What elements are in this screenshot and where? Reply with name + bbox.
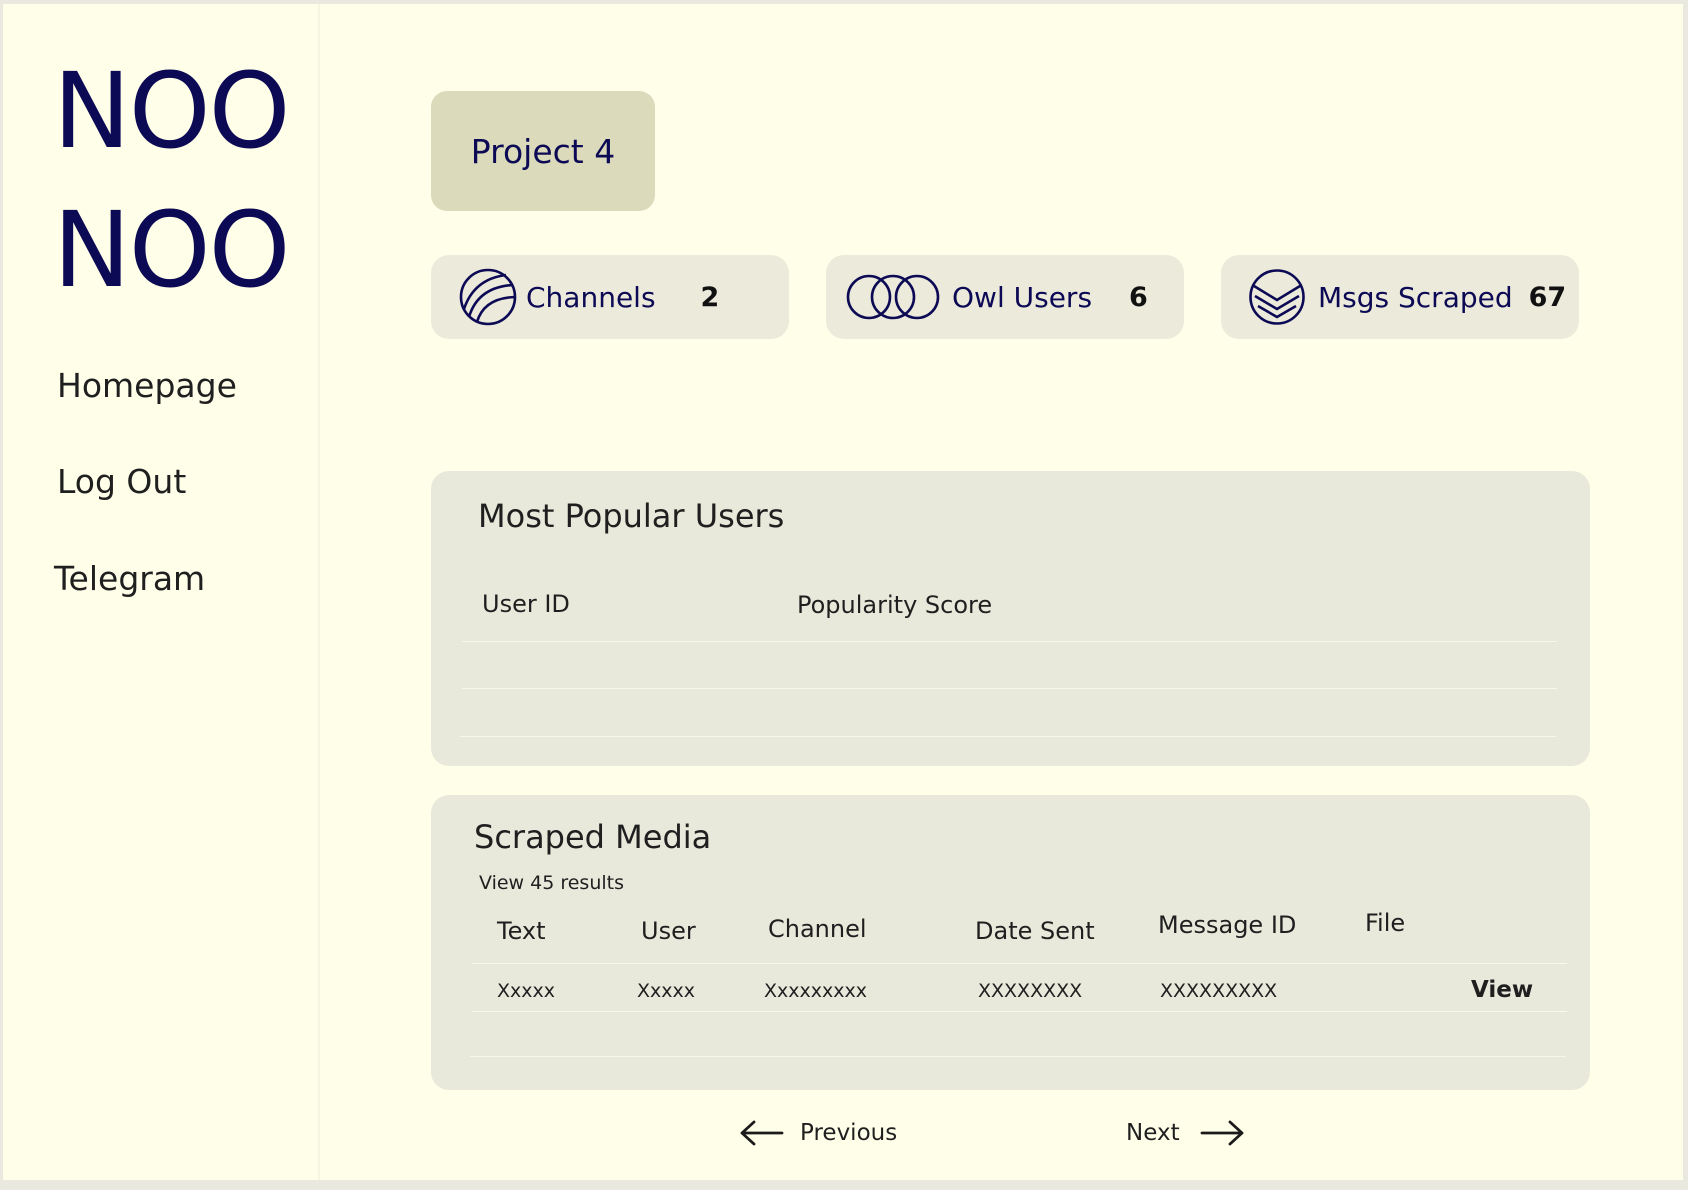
table-cell-channel: Xxxxxxxxx	[764, 980, 867, 1002]
col-header-popularity-score: Popularity Score	[797, 591, 993, 619]
scraped-media-title: Scraped Media	[474, 818, 712, 856]
col-header-user: User	[641, 917, 696, 945]
divider	[462, 688, 1557, 689]
popular-users-panel: Most Popular Users User ID Popularity Sc…	[431, 471, 1590, 766]
arrow-left-icon	[738, 1119, 784, 1147]
arrow-right-icon	[1200, 1119, 1246, 1147]
stat-card-owl-users: Owl Users 6	[826, 255, 1184, 339]
previous-label: Previous	[800, 1120, 898, 1146]
app-frame: NOO NOO Homepage Log Out Telegram Projec…	[3, 4, 1683, 1180]
table-cell-date-sent: XXXXXXXX	[978, 980, 1083, 1002]
divider	[472, 1011, 1567, 1012]
sidebar: NOO NOO Homepage Log Out Telegram	[3, 4, 320, 1180]
divider	[472, 963, 1567, 964]
col-header-text: Text	[497, 917, 546, 945]
stat-value-msgs-scraped: 67	[1528, 281, 1567, 313]
chevron-stack-icon	[1248, 268, 1306, 326]
stat-label-channels: Channels	[526, 280, 656, 314]
next-label: Next	[1126, 1120, 1180, 1146]
rings-icon	[845, 272, 941, 322]
project-badge: Project 4	[431, 91, 655, 211]
col-header-user-id: User ID	[482, 590, 570, 618]
scraped-media-panel: Scraped Media View 45 results Text User …	[431, 795, 1590, 1090]
nav-telegram[interactable]: Telegram	[54, 559, 205, 598]
stat-value-owl-users: 6	[1129, 281, 1148, 313]
stat-card-msgs-scraped: Msgs Scraped 67	[1221, 255, 1579, 339]
col-header-file: File	[1365, 909, 1406, 937]
divider	[470, 1056, 1566, 1057]
stat-label-owl-users: Owl Users	[952, 280, 1093, 314]
logo: NOO NOO	[53, 42, 313, 320]
col-header-message-id: Message ID	[1158, 911, 1297, 939]
channels-icon	[458, 267, 518, 327]
stat-value-channels: 2	[700, 281, 720, 313]
table-cell-text: Xxxxx	[497, 980, 555, 1002]
nav-logout[interactable]: Log Out	[57, 462, 186, 501]
logo-line-1: NOO	[53, 50, 291, 172]
view-file-link[interactable]: View	[1471, 977, 1533, 1003]
previous-button[interactable]: Previous	[738, 1119, 897, 1147]
popular-users-title: Most Popular Users	[478, 497, 785, 535]
project-label: Project 4	[470, 131, 616, 171]
stat-label-msgs-scraped: Msgs Scraped	[1318, 280, 1513, 314]
table-cell-message-id: XXXXXXXXX	[1160, 980, 1278, 1002]
logo-line-2: NOO	[53, 189, 291, 311]
table-cell-user: Xxxxx	[637, 980, 695, 1002]
results-count-link[interactable]: View 45 results	[479, 872, 624, 894]
stat-card-channels: Channels 2	[431, 255, 789, 339]
col-header-channel: Channel	[768, 915, 867, 943]
col-header-date-sent: Date Sent	[975, 917, 1095, 945]
nav-homepage[interactable]: Homepage	[57, 366, 237, 405]
divider	[462, 641, 1557, 642]
divider	[460, 736, 1556, 737]
next-button[interactable]: Next	[1126, 1119, 1246, 1147]
